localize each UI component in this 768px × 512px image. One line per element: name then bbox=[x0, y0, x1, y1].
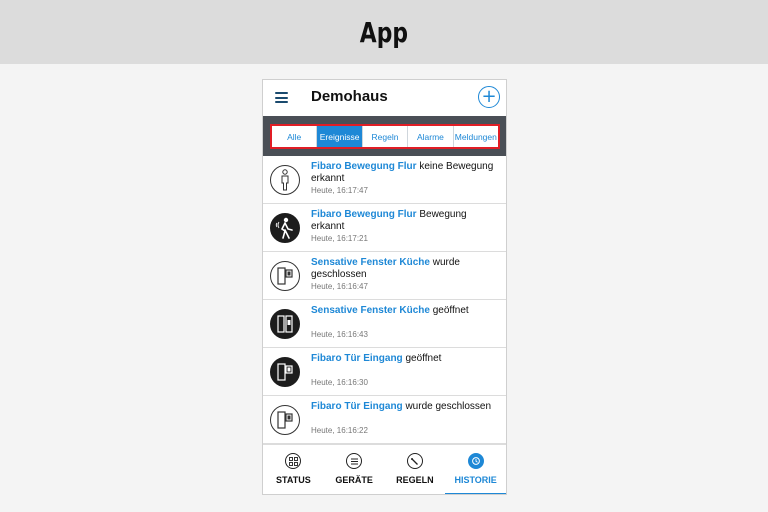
list-item[interactable]: Fibaro Tür Eingang wurde geschlossen Heu… bbox=[263, 396, 506, 444]
event-action: geöffnet bbox=[432, 305, 469, 316]
event-text: Sensative Fenster Küche geöffnet bbox=[311, 305, 501, 317]
history-clock-icon bbox=[467, 453, 484, 469]
event-device[interactable]: Sensative Fenster Küche bbox=[311, 257, 430, 268]
event-text: Fibaro Bewegung Flur Bewegung erkannt bbox=[311, 209, 501, 233]
event-text: Fibaro Bewegung Flur keine Bewegung erka… bbox=[311, 161, 501, 185]
event-device[interactable]: Fibaro Bewegung Flur bbox=[311, 209, 417, 220]
event-time: Heute, 16:16:30 bbox=[311, 378, 368, 387]
nav-status[interactable]: STATUS bbox=[263, 445, 324, 494]
event-device[interactable]: Fibaro Bewegung Flur bbox=[311, 161, 417, 172]
nav-label: STATUS bbox=[276, 475, 311, 485]
event-device[interactable]: Fibaro Tür Eingang bbox=[311, 353, 403, 364]
list-item[interactable]: Fibaro Bewegung Flur keine Bewegung erka… bbox=[263, 156, 506, 204]
nav-devices[interactable]: GERÄTE bbox=[324, 445, 385, 494]
list-item[interactable]: Sensative Fenster Küche geöffnet Heute, … bbox=[263, 300, 506, 348]
person-walking-icon bbox=[270, 213, 300, 243]
app-header: Demohaus + bbox=[263, 80, 506, 116]
tab-regeln[interactable]: Regeln bbox=[363, 126, 409, 147]
event-text: Fibaro Tür Eingang wurde geschlossen bbox=[311, 401, 501, 413]
person-standing-icon bbox=[270, 165, 300, 195]
window-closed-icon bbox=[270, 261, 300, 291]
page-title: Demohaus bbox=[311, 88, 388, 105]
event-text: Sensative Fenster Küche wurde geschlosse… bbox=[311, 257, 501, 281]
door-open-icon bbox=[270, 357, 300, 387]
door-closed-icon bbox=[270, 405, 300, 435]
tab-alarme[interactable]: Alarme bbox=[408, 126, 454, 147]
add-button[interactable]: + bbox=[478, 86, 500, 108]
event-list: Fibaro Bewegung Flur keine Bewegung erka… bbox=[263, 156, 506, 444]
nav-history[interactable]: HISTORIE bbox=[445, 445, 506, 494]
event-action: wurde geschlossen bbox=[405, 401, 492, 412]
event-action: geöffnet bbox=[405, 353, 442, 364]
nav-rules[interactable]: REGELN bbox=[385, 445, 446, 494]
event-time: Heute, 16:17:47 bbox=[311, 186, 368, 195]
list-item[interactable]: Fibaro Tür Eingang geöffnet Heute, 16:16… bbox=[263, 348, 506, 396]
top-banner: App bbox=[0, 0, 768, 64]
bottom-navigation: STATUS GERÄTE REGELN HISTORIE bbox=[263, 444, 506, 494]
list-item[interactable]: Sensative Fenster Küche wurde geschlosse… bbox=[263, 252, 506, 300]
filter-bar: Alle Ereignisse Regeln Alarme Meldungen bbox=[263, 116, 506, 156]
tab-meldungen[interactable]: Meldungen bbox=[454, 126, 498, 147]
event-device[interactable]: Sensative Fenster Küche bbox=[311, 305, 430, 316]
event-time: Heute, 16:16:43 bbox=[311, 330, 368, 339]
devices-list-icon bbox=[346, 453, 363, 469]
plus-icon: + bbox=[481, 86, 497, 107]
event-time: Heute, 16:16:47 bbox=[311, 282, 368, 291]
event-device[interactable]: Fibaro Tür Eingang bbox=[311, 401, 403, 412]
nav-label: GERÄTE bbox=[335, 475, 373, 485]
filter-tabs: Alle Ereignisse Regeln Alarme Meldungen bbox=[270, 124, 500, 149]
list-item[interactable]: Fibaro Bewegung Flur Bewegung erkannt He… bbox=[263, 204, 506, 252]
tab-alle[interactable]: Alle bbox=[272, 126, 318, 147]
nav-label: HISTORIE bbox=[454, 475, 497, 485]
hamburger-menu-icon[interactable] bbox=[275, 92, 288, 103]
event-time: Heute, 16:17:21 bbox=[311, 234, 368, 243]
phone-screen: Demohaus + Alle Ereignisse Regeln Alarme… bbox=[262, 79, 507, 495]
event-text: Fibaro Tür Eingang geöffnet bbox=[311, 353, 501, 365]
tab-ereignisse[interactable]: Ereignisse bbox=[317, 126, 363, 147]
nav-label: REGELN bbox=[396, 475, 434, 485]
window-open-icon bbox=[270, 309, 300, 339]
banner-title: App bbox=[359, 15, 409, 49]
event-time: Heute, 16:16:22 bbox=[311, 426, 368, 435]
rules-wand-icon bbox=[406, 453, 423, 469]
status-grid-icon bbox=[285, 453, 302, 469]
